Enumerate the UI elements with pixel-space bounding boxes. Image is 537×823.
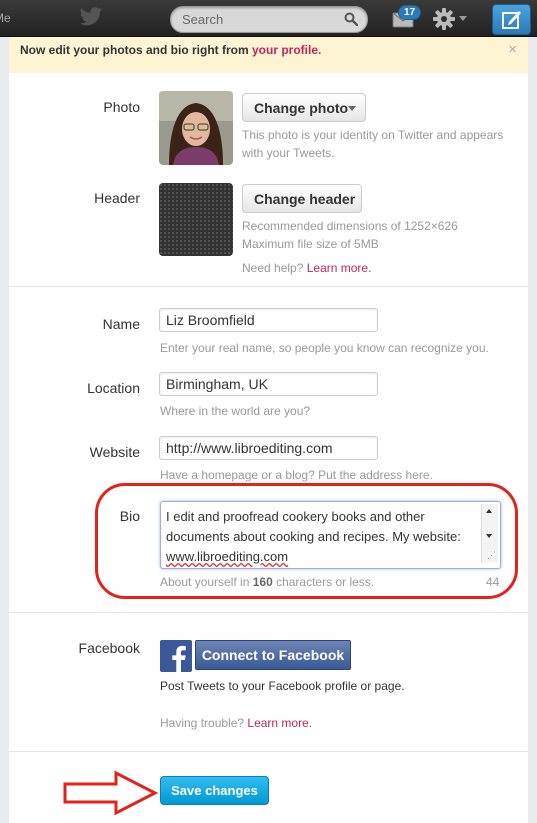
profile-settings-form: Photo Change photo This photo is your id… xyxy=(9,73,528,823)
chevron-down-icon[interactable] xyxy=(459,16,467,21)
facebook-label: Facebook xyxy=(78,640,140,656)
top-navigation-bar: Me 17 xyxy=(0,0,537,37)
compose-tweet-button[interactable] xyxy=(492,4,531,35)
header-image xyxy=(159,183,233,256)
me-nav-link[interactable]: Me xyxy=(0,11,11,25)
website-field[interactable] xyxy=(159,436,378,460)
compose-icon xyxy=(502,11,521,29)
facebook-trouble-text: Having trouble? Learn more. xyxy=(160,716,313,730)
learn-more-link[interactable]: Learn more. xyxy=(307,261,372,275)
red-arrow-annotation xyxy=(63,771,159,815)
avatar xyxy=(159,91,233,165)
search-input[interactable] xyxy=(182,11,342,27)
location-help-text: Where in the world are you? xyxy=(160,404,311,418)
photo-help-text: This photo is your identity on Twitter a… xyxy=(242,128,504,160)
divider xyxy=(9,286,528,287)
profile-notice-banner: Now edit your photos and bio right from … xyxy=(9,37,528,74)
chevron-down-icon xyxy=(348,106,356,111)
learn-more-link[interactable]: Learn more. xyxy=(247,716,312,730)
location-label: Location xyxy=(87,380,140,396)
location-field[interactable] xyxy=(159,372,378,396)
notice-message: Now edit your photos and bio right from … xyxy=(20,43,322,57)
photo-label: Photo xyxy=(103,99,140,115)
header-filesize-text: Maximum file size of 5MB xyxy=(242,237,379,251)
facebook-help-text: Post Tweets to your Facebook profile or … xyxy=(160,679,405,693)
search-icon[interactable] xyxy=(344,12,358,26)
divider xyxy=(9,751,528,752)
connect-facebook-button[interactable]: Connect to Facebook xyxy=(195,640,351,670)
change-header-button[interactable]: Change header xyxy=(242,184,362,213)
website-help-text: Have a homepage or a blog? Put the addre… xyxy=(160,468,433,482)
gear-icon[interactable] xyxy=(433,8,455,30)
close-icon[interactable]: × xyxy=(508,41,517,58)
name-label: Name xyxy=(102,316,140,332)
website-label: Website xyxy=(89,444,140,460)
divider xyxy=(9,612,528,613)
change-photo-button[interactable]: Change photo xyxy=(242,93,366,122)
header-help-text: Need help? Learn more. xyxy=(242,261,372,275)
red-highlight-oval xyxy=(95,483,518,599)
change-photo-label: Change photo xyxy=(254,100,349,116)
facebook-icon[interactable] xyxy=(160,640,192,672)
change-header-label: Change header xyxy=(254,191,356,207)
header-dimensions-text: Recommended dimensions of 1252×626 xyxy=(242,219,458,233)
header-label: Header xyxy=(94,190,140,206)
save-changes-button[interactable]: Save changes xyxy=(160,776,269,805)
search-box[interactable] xyxy=(170,6,368,33)
your-profile-link[interactable]: your profile. xyxy=(252,43,321,57)
twitter-bird-icon[interactable] xyxy=(79,7,103,27)
name-help-text: Enter your real name, so people you know… xyxy=(160,341,489,355)
name-field[interactable] xyxy=(159,308,378,332)
message-count-badge: 17 xyxy=(398,5,422,20)
